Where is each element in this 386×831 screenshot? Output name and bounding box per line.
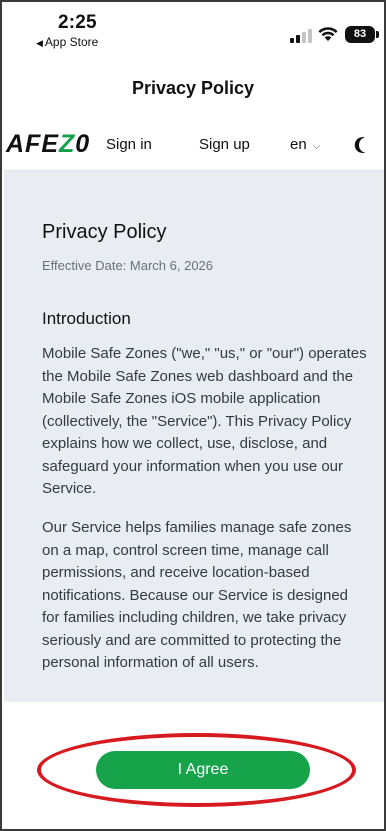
- dark-mode-moon-icon[interactable]: [352, 135, 372, 155]
- app-frame: 2:25 ◀ App Store 83 Privacy Policy AFEZ0 …: [0, 0, 386, 831]
- back-app-label: App Store: [44, 35, 99, 49]
- policy-heading: Privacy Policy: [42, 221, 167, 243]
- back-arrow-icon: ◀: [36, 38, 43, 48]
- policy-content-panel[interactable]: Privacy Policy Effective Date: March 6, …: [4, 170, 384, 702]
- status-time: 2:25: [58, 12, 97, 33]
- bottom-action-bar: I Agree: [4, 702, 384, 829]
- wifi-icon: [318, 27, 338, 41]
- section-title-introduction: Introduction: [42, 309, 131, 328]
- page-title: Privacy Policy: [131, 78, 255, 98]
- intro-paragraph-2: Our Service helps families manage safe z…: [42, 519, 352, 671]
- status-bar: 2:25 ◀ App Store 83: [2, 2, 384, 58]
- battery-tip: [376, 31, 379, 38]
- back-to-app-store[interactable]: ◀ App Store: [36, 35, 98, 49]
- intro-paragraph-1: Mobile Safe Zones ("we," "us," or "our")…: [42, 345, 367, 497]
- effective-date: Effective Date: March 6, 2026: [42, 258, 214, 273]
- brand-logo[interactable]: AFEZ0: [6, 130, 90, 159]
- language-select[interactable]: en ⌵: [290, 136, 320, 153]
- chevron-down-icon: ⌵: [312, 141, 321, 152]
- sign-in-link[interactable]: Sign in: [106, 136, 152, 153]
- sign-up-link[interactable]: Sign up: [199, 136, 250, 153]
- logo-accent: Z: [59, 130, 76, 158]
- logo-text: AFE: [6, 130, 59, 158]
- battery-icon: 83: [345, 26, 375, 43]
- i-agree-button[interactable]: I Agree: [96, 751, 310, 789]
- cellular-signal-icon: [290, 29, 312, 43]
- logo-tail: 0: [75, 130, 91, 158]
- language-value: en: [290, 136, 307, 153]
- top-nav: AFEZ0 Sign in Sign up en ⌵: [2, 120, 384, 170]
